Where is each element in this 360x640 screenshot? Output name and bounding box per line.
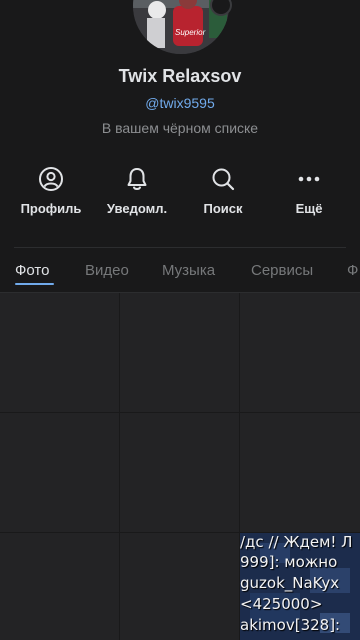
tab-photos[interactable]: Фото	[15, 262, 49, 279]
active-tab-indicator	[15, 283, 54, 285]
photo-cell[interactable]	[120, 293, 239, 412]
profile-screen: Superior Twix Relaxsov @twix9595 В вашем…	[0, 0, 360, 640]
search-button[interactable]: Поиск	[178, 165, 268, 221]
profile-button-label: Профиль	[20, 201, 82, 216]
profile-icon	[37, 165, 65, 193]
photo-cell[interactable]	[120, 413, 239, 532]
photo-cell[interactable]	[0, 293, 119, 412]
notifications-button-label: Уведомл.	[106, 201, 168, 216]
photo-overlay-line: guzok_NaKyx	[240, 574, 340, 592]
photo-cell[interactable]	[240, 293, 360, 412]
action-bar: Профиль Уведомл. Поиск Ещё	[0, 165, 360, 225]
photo-overlay-line: /дс // Ждем! Л	[240, 533, 353, 551]
photo-overlay-line: 999]: можно	[240, 553, 338, 571]
more-icon	[295, 165, 323, 193]
tab-services[interactable]: Сервисы	[251, 262, 313, 279]
photo-cell[interactable]	[240, 413, 360, 532]
blacklist-status: В вашем чёрном списке	[101, 120, 259, 136]
photo-cell[interactable]	[0, 413, 119, 532]
photo-overlay-line: <425000>	[240, 595, 323, 613]
profile-handle[interactable]: @twix9595	[0, 95, 360, 111]
tab-music[interactable]: Музыка	[162, 262, 215, 279]
more-button[interactable]: Ещё	[264, 165, 354, 221]
photo-grid: /дс // Ждем! Л 999]: можно guzok_NaKyx <…	[0, 293, 360, 640]
more-button-label: Ещё	[295, 201, 323, 216]
search-icon	[209, 165, 237, 193]
profile-name: Twix Relaxsov	[118, 66, 242, 86]
photo-cell-screenshot[interactable]: /дс // Ждем! Л 999]: можно guzok_NaKyx <…	[240, 533, 360, 640]
photo-overlay-line: akimov[328]:	[240, 616, 341, 634]
photo-cell[interactable]	[120, 533, 239, 640]
photo-cell[interactable]	[0, 533, 119, 640]
avatar-online-badge	[210, 0, 232, 16]
section-divider	[14, 247, 346, 248]
tab-videos[interactable]: Видео	[85, 262, 129, 279]
tab-next-partial[interactable]: Ф	[347, 262, 358, 279]
avatar-caption: Superior	[175, 28, 206, 37]
content-tabs: Фото Видео Музыка Сервисы Ф	[0, 256, 360, 290]
search-button-label: Поиск	[203, 201, 243, 216]
bell-icon	[123, 165, 151, 193]
notifications-button[interactable]: Уведомл.	[92, 165, 182, 221]
profile-button[interactable]: Профиль	[6, 165, 96, 221]
